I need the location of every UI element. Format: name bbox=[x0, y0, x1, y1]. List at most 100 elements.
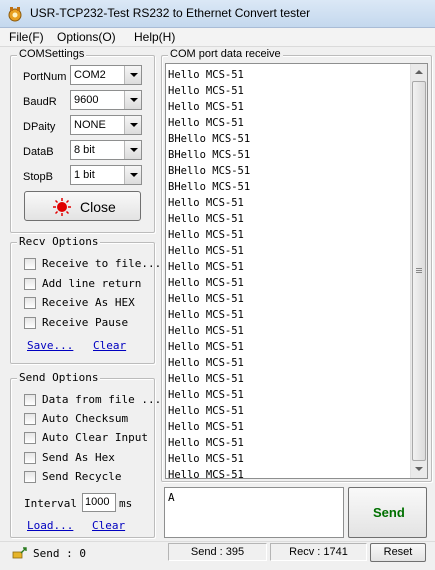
checkbox[interactable] bbox=[24, 316, 36, 329]
port-value: COM2 bbox=[74, 69, 106, 81]
receive-line: Hello MCS-51 bbox=[168, 85, 244, 97]
interval-unit: ms bbox=[119, 497, 133, 510]
receive-line: Hello MCS-51 bbox=[168, 309, 244, 321]
receive-lines: Hello MCS-51 Hello MCS-51 Hello MCS-51 Hell… bbox=[168, 67, 408, 483]
scroll-up-icon[interactable] bbox=[411, 64, 427, 81]
checkbox-label[interactable]: Auto Checksum bbox=[42, 412, 128, 425]
chevron-down-icon[interactable] bbox=[124, 91, 141, 109]
receive-line: Hello MCS-51 bbox=[168, 373, 244, 385]
send-button-label: Send bbox=[373, 505, 405, 520]
send-total: Send : 395 bbox=[168, 543, 267, 561]
checkbox-label[interactable]: Auto Clear Input bbox=[42, 431, 148, 444]
port-status-led-icon bbox=[53, 198, 71, 216]
baud-select[interactable]: 9600 bbox=[70, 90, 142, 110]
receive-line: BHello MCS-51 bbox=[168, 149, 251, 161]
save-link[interactable]: Save... bbox=[27, 339, 73, 352]
window-title: USR-TCP232-Test RS232 to Ethernet Conver… bbox=[30, 6, 311, 20]
receive-line: Hello MCS-51 bbox=[168, 357, 244, 369]
recv-total: Recv : 1741 bbox=[270, 543, 367, 561]
title-bar: USR-TCP232-Test RS232 to Ethernet Conver… bbox=[0, 0, 435, 28]
send-input[interactable]: A bbox=[164, 487, 344, 538]
app-icon bbox=[8, 7, 22, 22]
receive-line: Hello MCS-51 bbox=[168, 389, 244, 401]
checkbox[interactable] bbox=[24, 297, 36, 309]
receive-line: Hello MCS-51 bbox=[168, 277, 244, 289]
databits-value: 8 bit bbox=[74, 144, 95, 156]
receive-line: BHello MCS-51 bbox=[168, 133, 251, 145]
receive-line: Hello MCS-51 bbox=[168, 229, 244, 241]
checkbox-label[interactable]: Send As Hex bbox=[42, 451, 115, 464]
receive-line: Hello MCS-51 bbox=[168, 101, 244, 113]
receive-line: Hello MCS-51 bbox=[168, 245, 244, 257]
load-link[interactable]: Load... bbox=[27, 519, 73, 532]
checkbox-label[interactable]: Receive As HEX bbox=[42, 296, 135, 309]
stopbits-select[interactable]: 1 bit bbox=[70, 165, 142, 185]
baud-value: 9600 bbox=[74, 94, 99, 106]
receive-line: BHello MCS-51 bbox=[168, 165, 251, 177]
receive-line: BHello MCS-51 bbox=[168, 181, 251, 193]
databits-select[interactable]: 8 bit bbox=[70, 140, 142, 160]
interval-label: Interval bbox=[24, 497, 77, 510]
stopbits-value: 1 bit bbox=[74, 169, 95, 181]
send-input-value: A bbox=[168, 491, 175, 504]
receive-line: Hello MCS-51 bbox=[168, 405, 244, 417]
menu-file[interactable]: File(F) bbox=[9, 30, 44, 44]
send-count-text: Send : 0 bbox=[33, 547, 86, 560]
receive-line: Hello MCS-51 bbox=[168, 325, 244, 337]
receive-line: Hello MCS-51 bbox=[168, 197, 244, 209]
checkbox[interactable] bbox=[24, 413, 36, 426]
send-status-icon bbox=[12, 547, 27, 559]
receive-line: Hello MCS-51 bbox=[168, 421, 244, 433]
receive-line: Hello MCS-51 bbox=[168, 293, 244, 305]
checkbox[interactable] bbox=[24, 470, 36, 483]
checkbox[interactable] bbox=[24, 277, 36, 290]
receive-textarea[interactable]: Hello MCS-51 Hello MCS-51 Hello MCS-51 Hell… bbox=[165, 63, 428, 481]
checkbox[interactable] bbox=[24, 394, 36, 406]
interval-input[interactable]: 1000 bbox=[82, 493, 116, 512]
receive-scrollbar[interactable] bbox=[410, 64, 427, 478]
interval-value: 1000 bbox=[85, 496, 110, 508]
checkbox-label[interactable]: Send Recycle bbox=[42, 470, 121, 483]
stopbits-label: StopB bbox=[23, 171, 53, 183]
scroll-down-icon[interactable] bbox=[411, 461, 427, 478]
receive-line: Hello MCS-51 bbox=[168, 69, 244, 81]
close-port-button[interactable]: Close bbox=[24, 191, 141, 221]
parity-select[interactable]: NONE bbox=[70, 115, 142, 135]
menu-options[interactable]: Options(O) bbox=[57, 30, 116, 44]
menu-help[interactable]: Help(H) bbox=[134, 30, 175, 44]
parity-label: DPaity bbox=[23, 121, 56, 133]
checkbox-label[interactable]: Receive Pause bbox=[42, 316, 128, 329]
receive-line: Hello MCS-51 bbox=[168, 117, 244, 129]
chevron-down-icon[interactable] bbox=[124, 116, 141, 134]
scroll-thumb[interactable] bbox=[412, 81, 426, 461]
receive-line: Hello MCS-51 bbox=[168, 453, 244, 465]
port-select[interactable]: COM2 bbox=[70, 65, 142, 85]
status-bar: Send : 0 Send : 395 Recv : 1741 Reset bbox=[0, 541, 435, 570]
receive-line: Hello MCS-51 bbox=[168, 469, 244, 481]
chevron-down-icon[interactable] bbox=[124, 141, 141, 159]
receive-line: Hello MCS-51 bbox=[168, 213, 244, 225]
menu-bar: File(F) Options(O) Help(H) bbox=[0, 28, 435, 47]
chevron-down-icon[interactable] bbox=[124, 166, 141, 184]
checkbox[interactable] bbox=[24, 432, 36, 445]
baud-label: BaudR bbox=[23, 96, 57, 108]
checkbox-label[interactable]: Add line return bbox=[42, 277, 141, 290]
recv-options-title: Recv Options bbox=[17, 235, 101, 248]
parity-value: NONE bbox=[74, 119, 106, 131]
chevron-down-icon[interactable] bbox=[124, 66, 141, 84]
send-clear-link[interactable]: Clear bbox=[92, 519, 125, 532]
recv-clear-link[interactable]: Clear bbox=[93, 339, 126, 352]
receive-title: COM port data receive bbox=[168, 48, 283, 60]
checkbox-label[interactable]: Data from file ... bbox=[42, 393, 161, 406]
checkbox[interactable] bbox=[24, 451, 36, 464]
close-label: Close bbox=[80, 199, 116, 215]
checkbox-label[interactable]: Receive to file... bbox=[42, 257, 161, 270]
send-button[interactable]: Send bbox=[348, 487, 427, 538]
reset-button[interactable]: Reset bbox=[370, 543, 426, 562]
receive-line: Hello MCS-51 bbox=[168, 341, 244, 353]
send-options-title: Send Options bbox=[17, 371, 101, 384]
checkbox[interactable] bbox=[24, 258, 36, 270]
com-settings-title: COMSettings bbox=[17, 48, 87, 60]
receive-line: Hello MCS-51 bbox=[168, 261, 244, 273]
receive-line: Hello MCS-51 bbox=[168, 437, 244, 449]
